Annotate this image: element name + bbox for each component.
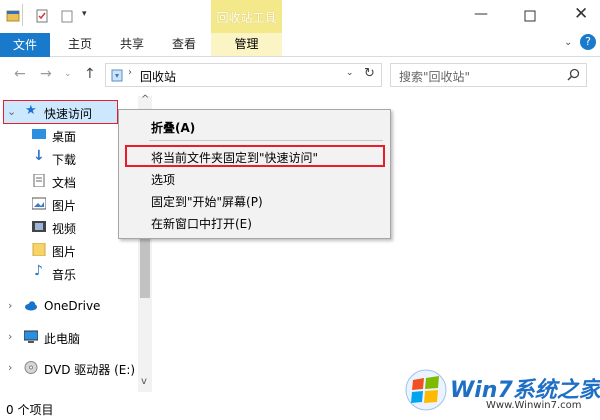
search-icon[interactable] xyxy=(567,68,580,81)
nav-item-label: 音乐 xyxy=(52,268,77,282)
new-folder-icon[interactable] xyxy=(60,9,74,23)
customize-toolbar-icon[interactable]: ▾ xyxy=(82,9,87,19)
address-dropdown-icon[interactable]: ⌄ xyxy=(346,68,354,78)
menu-item-collapse[interactable]: 折叠(A) xyxy=(151,119,195,136)
address-bar[interactable]: › 回收站 ⌄ ↻ xyxy=(105,63,382,87)
nav-item-label: 视频 xyxy=(52,222,77,236)
title-bar: ▾ 回收站工具 回收站 — ✕ xyxy=(0,0,600,33)
cloud-icon xyxy=(25,301,37,311)
breadcrumb-separator-icon: › xyxy=(128,67,132,78)
context-menu: 折叠(A) 将当前文件夹固定到"快速访问" 选项 固定到"开始"屏幕(P) 在新… xyxy=(118,109,391,239)
minimize-button[interactable]: — xyxy=(474,6,488,22)
help-icon[interactable]: ? xyxy=(580,34,596,50)
nav-item-this-pc[interactable]: › 此电脑 xyxy=(0,326,150,348)
star-icon: ★ xyxy=(25,103,37,118)
back-button[interactable]: ← xyxy=(14,66,26,82)
folder-icon xyxy=(32,243,46,256)
dvd-icon xyxy=(24,361,38,374)
computer-icon xyxy=(24,330,38,343)
contextual-tab-header: 回收站工具 xyxy=(211,0,282,33)
tab-share[interactable]: 共享 xyxy=(120,33,144,56)
contextual-tab-title: 回收站工具 xyxy=(216,11,277,25)
address-row: ← → ⌄ ↑ › 回收站 ⌄ ↻ 搜索"回收站" xyxy=(0,57,600,91)
nav-item-label: 下载 xyxy=(52,153,77,167)
ribbon-tabs: 文件 主页 共享 查看 管理 ⌄ ? xyxy=(0,33,600,57)
maximize-button[interactable] xyxy=(524,10,536,22)
search-input[interactable]: 搜索"回收站" xyxy=(399,68,470,85)
up-button[interactable]: ↑ xyxy=(84,66,96,82)
nav-item-label: 图片 xyxy=(52,245,77,259)
recycle-bin-icon xyxy=(111,69,123,82)
picture-icon xyxy=(32,197,46,210)
nav-item-label: 文档 xyxy=(52,176,77,190)
menu-item-pin-to-quick-access[interactable]: 将当前文件夹固定到"快速访问" xyxy=(151,149,318,166)
nav-item-label: 此电脑 xyxy=(44,332,81,346)
nav-item-label: OneDrive xyxy=(44,299,101,313)
nav-item-onedrive[interactable]: › OneDrive xyxy=(0,295,150,317)
windows-logo-icon xyxy=(405,369,447,411)
window-title: 回收站 xyxy=(296,11,333,25)
refresh-icon[interactable]: ↻ xyxy=(364,66,375,81)
document-icon xyxy=(33,174,45,187)
menu-item-options[interactable]: 选项 xyxy=(151,171,175,188)
search-box[interactable]: 搜索"回收站" xyxy=(390,63,587,87)
forward-button[interactable]: → xyxy=(40,66,52,82)
nav-item-label: 快速访问 xyxy=(44,107,93,121)
collapsed-chevron-icon[interactable]: › xyxy=(8,299,12,312)
expanded-chevron-icon[interactable]: ⌄ xyxy=(7,105,16,118)
scroll-up-icon[interactable]: ^ xyxy=(141,94,149,105)
collapsed-chevron-icon[interactable]: › xyxy=(8,361,12,374)
scroll-down-icon[interactable]: v xyxy=(141,376,147,387)
expand-ribbon-icon[interactable]: ⌄ xyxy=(564,37,572,48)
download-icon: ↓ xyxy=(33,148,45,164)
nav-item-pictures-folder[interactable]: 图片 xyxy=(0,239,150,261)
desktop-icon xyxy=(32,129,46,139)
tab-view[interactable]: 查看 xyxy=(172,33,196,56)
nav-item-music[interactable]: ♪ 音乐 xyxy=(0,262,150,284)
watermark-logo: Win7系统之家 Www.Winwin7.com xyxy=(400,360,600,420)
recent-locations-icon[interactable]: ⌄ xyxy=(64,69,72,79)
nav-item-label: 桌面 xyxy=(52,130,77,144)
tab-home[interactable]: 主页 xyxy=(68,33,92,56)
menu-item-pin-to-start[interactable]: 固定到"开始"屏幕(P) xyxy=(151,193,263,210)
properties-icon[interactable] xyxy=(35,9,49,23)
nav-item-label: DVD 驱动器 (E:) S xyxy=(44,363,147,377)
watermark-url: Www.Winwin7.com xyxy=(486,400,582,411)
nav-item-dvd-drive[interactable]: › DVD 驱动器 (E:) S xyxy=(0,357,150,379)
item-count: 0 个项目 xyxy=(6,403,54,417)
address-path[interactable]: 回收站 xyxy=(140,68,176,85)
nav-item-label: 图片 xyxy=(52,199,77,213)
menu-item-open-new-window[interactable]: 在新窗口中打开(E) xyxy=(151,215,252,232)
music-icon: ♪ xyxy=(34,263,43,279)
nav-item-quick-access[interactable]: ⌄ ★ 快速访问 xyxy=(3,100,118,124)
divider xyxy=(22,4,23,26)
explorer-icon[interactable] xyxy=(6,9,20,23)
menu-separator xyxy=(149,140,383,141)
tab-file[interactable]: 文件 xyxy=(0,33,50,57)
tab-manage[interactable]: 管理 xyxy=(211,33,282,56)
video-icon xyxy=(32,221,46,232)
collapsed-chevron-icon[interactable]: › xyxy=(8,330,12,343)
close-button[interactable]: ✕ xyxy=(574,4,588,24)
